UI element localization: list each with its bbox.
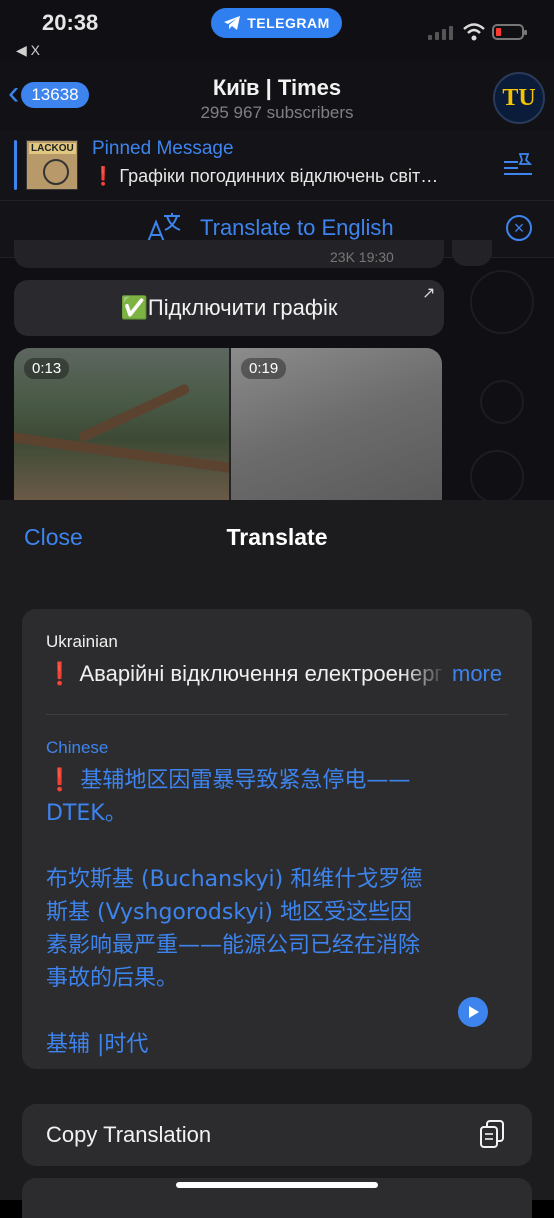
- telegram-app-pill[interactable]: TELEGRAM: [211, 8, 342, 38]
- source-text-fade: [402, 658, 448, 690]
- share-icon[interactable]: [452, 240, 492, 266]
- message-views-time: 23K 19:30: [330, 249, 394, 265]
- video-thumbnail-1[interactable]: 0:13: [14, 348, 229, 500]
- translate-to-english-button[interactable]: Translate to English: [200, 215, 394, 241]
- play-icon[interactable]: [458, 997, 488, 1027]
- video-duration: 0:19: [241, 358, 287, 379]
- pinned-list-icon[interactable]: [502, 150, 534, 180]
- telegram-pill-label: TELEGRAM: [247, 15, 330, 31]
- tree-trunk: [14, 431, 229, 475]
- status-time: 20:38: [42, 10, 99, 35]
- signal-icon: [428, 26, 453, 40]
- pinned-thumb-logo: LACKOU: [29, 143, 76, 154]
- more-link[interactable]: more: [452, 661, 502, 687]
- channel-title[interactable]: Київ | Times: [0, 75, 554, 101]
- battery-icon: [492, 24, 527, 40]
- pinned-accent-line: [14, 140, 17, 190]
- target-language-selector[interactable]: Chinese: [46, 738, 108, 758]
- close-button[interactable]: Close: [24, 524, 83, 551]
- tree-trunk: [77, 383, 191, 443]
- copy-translation-label: Copy Translation: [46, 1122, 212, 1147]
- video-thumbnail-2[interactable]: 0:19: [231, 348, 442, 500]
- connect-schedule-button[interactable]: ✅Підключити графік: [14, 280, 444, 336]
- copy-icon: [480, 1120, 504, 1148]
- video-duration: 0:13: [24, 358, 70, 379]
- home-indicator[interactable]: [176, 1182, 378, 1188]
- channel-avatar[interactable]: TU: [493, 72, 545, 124]
- wifi-icon: [463, 23, 485, 41]
- telegram-plane-icon: [224, 16, 241, 30]
- stamp-icon: [43, 159, 69, 185]
- subscriber-count: 295 967 subscribers: [200, 103, 354, 122]
- source-text: ❗ Аварійні відключення електроенергії: [46, 661, 442, 686]
- pinned-label: Pinned Message: [92, 138, 234, 159]
- back-to-app-link[interactable]: ◀ X: [16, 42, 40, 59]
- pinned-thumbnail: LACKOU: [26, 140, 78, 190]
- sheet-title: Translate: [226, 524, 328, 550]
- close-icon[interactable]: ×: [506, 215, 532, 241]
- divider: [46, 714, 508, 715]
- source-language-label: Ukrainian: [46, 632, 118, 651]
- pinned-text: ❗ Графіки погодинних відключень світ…: [92, 166, 439, 186]
- translated-text: ❗ 基辅地区因雷暴导致紧急停电—— DTEK。 布坎斯基 (Buchanskyi…: [46, 768, 423, 1057]
- external-arrow-icon: ↗: [422, 285, 436, 302]
